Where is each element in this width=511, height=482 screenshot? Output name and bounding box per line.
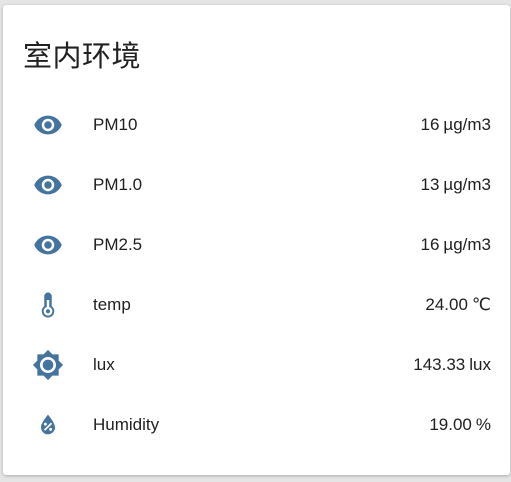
entity-state: 19.00%	[429, 415, 491, 435]
thermometer-icon	[28, 285, 68, 325]
entities-card: 室内环境 PM10 16 µg/m3 PM1.0 13 µg/m3 PM2.5 16…	[3, 5, 510, 475]
entity-name: PM1.0	[93, 175, 143, 194]
entity-state: 143.33 lux	[413, 355, 491, 375]
water-percent-icon	[28, 405, 68, 445]
entity-state: 24.00 ℃	[425, 295, 491, 315]
eye-icon	[28, 105, 68, 145]
entity-unit: %	[475, 415, 491, 434]
entity-unit: ℃	[471, 295, 491, 314]
entity-row-lux[interactable]: lux 143.33 lux	[3, 335, 510, 395]
entity-value: 143.33	[413, 355, 466, 374]
entity-state: 16 µg/m3	[420, 235, 491, 255]
entity-unit: µg/m3	[443, 175, 491, 194]
card-title: 室内环境	[23, 39, 142, 73]
entity-row-pm25[interactable]: PM2.5 16 µg/m3	[3, 215, 510, 275]
brightness-icon	[28, 345, 68, 385]
entity-name: temp	[93, 295, 131, 314]
entity-value: 24.00	[425, 295, 468, 314]
entity-unit: µg/m3	[443, 235, 491, 254]
entity-row-pm10[interactable]: PM10 16 µg/m3	[3, 95, 510, 155]
entity-state: 13 µg/m3	[420, 175, 491, 195]
entity-row-temp[interactable]: temp 24.00 ℃	[3, 275, 510, 335]
entity-unit: µg/m3	[443, 115, 491, 134]
entity-list: PM10 16 µg/m3 PM1.0 13 µg/m3 PM2.5 16 µg/m3…	[3, 95, 510, 455]
entity-unit: lux	[469, 355, 491, 374]
entity-value: 16	[420, 115, 440, 134]
eye-icon	[28, 225, 68, 265]
eye-icon	[28, 165, 68, 205]
entity-value: 13	[420, 175, 440, 194]
entity-name: PM2.5	[93, 235, 143, 254]
entity-value: 16	[420, 235, 440, 254]
entity-name: PM10	[93, 115, 138, 134]
entity-state: 16 µg/m3	[420, 115, 491, 135]
entity-row-humidity[interactable]: Humidity 19.00%	[3, 395, 510, 455]
entity-row-pm1[interactable]: PM1.0 13 µg/m3	[3, 155, 510, 215]
entity-name: lux	[93, 355, 115, 374]
entity-value: 19.00	[429, 415, 472, 434]
entity-name: Humidity	[93, 415, 160, 434]
